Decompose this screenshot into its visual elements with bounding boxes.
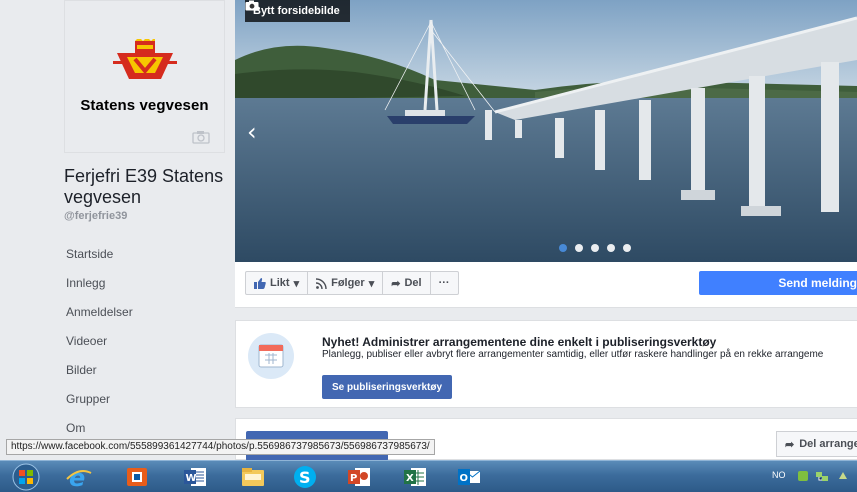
nav-item-bilder[interactable]: Bilder xyxy=(66,362,226,391)
page-action-bar: Likt ▾ Følger ▾ ➦ Del ··· Send melding xyxy=(235,262,857,308)
slide-dot[interactable] xyxy=(607,244,615,252)
slide-dot[interactable] xyxy=(591,244,599,252)
status-url-bar: https://www.facebook.com/555899361427744… xyxy=(6,439,435,455)
svg-text:O: O xyxy=(460,473,469,484)
action-buttons: Likt ▾ Følger ▾ ➦ Del ··· xyxy=(245,271,459,295)
slide-indicators xyxy=(559,244,631,252)
calendar-icon xyxy=(248,333,294,379)
previous-slide-icon[interactable]: ‹ xyxy=(247,120,257,144)
promo-description: Planlegg, publiser eller avbryt flere ar… xyxy=(322,349,824,360)
change-cover-label: Bytt forsidebilde xyxy=(253,5,340,17)
excel-icon[interactable]: X xyxy=(394,463,436,491)
language-indicator[interactable]: NO xyxy=(772,470,786,480)
page-name[interactable]: Ferjefri E39 Statens vegvesen xyxy=(64,166,234,208)
rss-follow-icon xyxy=(316,277,327,289)
page-handle[interactable]: @ferjefrie39 xyxy=(64,210,127,222)
skype-icon[interactable]: S xyxy=(284,463,326,491)
profile-picture[interactable]: Statens vegvesen xyxy=(64,0,225,153)
more-options-button[interactable]: ··· xyxy=(429,271,459,295)
share-arrow-icon: ➦ xyxy=(391,277,401,290)
bridge-rendering-image xyxy=(235,0,857,262)
camera-icon[interactable] xyxy=(192,130,210,144)
windows-start-icon[interactable] xyxy=(10,463,42,491)
follow-label: Følger xyxy=(331,277,365,289)
svg-text:P: P xyxy=(350,473,357,484)
file-explorer-icon[interactable] xyxy=(232,463,274,491)
svg-text:e: e xyxy=(69,465,85,489)
follow-button[interactable]: Følger ▾ xyxy=(307,271,384,295)
chevron-down-icon: ▾ xyxy=(368,277,375,290)
nav-item-startside[interactable]: Startside xyxy=(66,246,226,275)
slide-dot[interactable] xyxy=(623,244,631,252)
slide-dot[interactable] xyxy=(559,244,567,252)
share-button[interactable]: ➦ Del xyxy=(382,271,431,295)
svg-text:X: X xyxy=(406,473,414,484)
send-message-button[interactable]: Send melding xyxy=(699,271,857,295)
power-icon[interactable] xyxy=(836,469,850,483)
svg-text:S: S xyxy=(299,468,311,487)
like-label: Likt xyxy=(270,277,290,289)
share-arrow-icon: ➦ xyxy=(785,438,795,451)
tray-status-icon[interactable] xyxy=(796,469,810,483)
thumbs-up-icon xyxy=(254,277,266,289)
page-navigation: Startside Innlegg Anmeldelser Videoer Bi… xyxy=(66,246,226,449)
publishing-tools-button[interactable]: Se publiseringsverktøy xyxy=(322,375,453,399)
promo-title: Nyhet! Administrer arrangementene dine e… xyxy=(322,335,717,349)
change-cover-button[interactable]: Bytt forsidebilde xyxy=(245,0,350,22)
chevron-down-icon: ▾ xyxy=(293,277,300,290)
like-button[interactable]: Likt ▾ xyxy=(245,271,309,295)
share-event-label: Del arrange xyxy=(799,438,857,450)
share-event-button[interactable]: ➦ Del arrange xyxy=(776,431,857,457)
publishing-tools-promo: Nyhet! Administrer arrangementene dine e… xyxy=(235,320,857,408)
word-icon[interactable]: W xyxy=(174,463,216,491)
svg-text:W: W xyxy=(186,473,197,484)
more-icon: ··· xyxy=(438,277,450,289)
facebook-page: Statens vegvesen Ferjefri E39 Statens ve… xyxy=(0,0,857,460)
nav-item-innlegg[interactable]: Innlegg xyxy=(66,275,226,304)
cover-photo[interactable]: Bytt forsidebilde ‹ xyxy=(235,0,857,262)
network-icon[interactable] xyxy=(815,469,829,483)
share-label: Del xyxy=(404,277,422,289)
slide-dot[interactable] xyxy=(575,244,583,252)
outlook-icon[interactable]: O xyxy=(448,463,490,491)
outlook-calendar-icon[interactable] xyxy=(116,463,158,491)
windows-taskbar: e W S P X O NO xyxy=(0,460,857,492)
camera-icon xyxy=(245,0,259,11)
nav-item-videoer[interactable]: Videoer xyxy=(66,333,226,362)
statens-vegvesen-logo-icon xyxy=(113,39,177,79)
powerpoint-icon[interactable]: P xyxy=(338,463,380,491)
internet-explorer-icon[interactable]: e xyxy=(58,463,100,491)
nav-item-grupper[interactable]: Grupper xyxy=(66,391,226,420)
logo-text: Statens vegvesen xyxy=(80,97,209,114)
nav-item-anmeldelser[interactable]: Anmeldelser xyxy=(66,304,226,333)
